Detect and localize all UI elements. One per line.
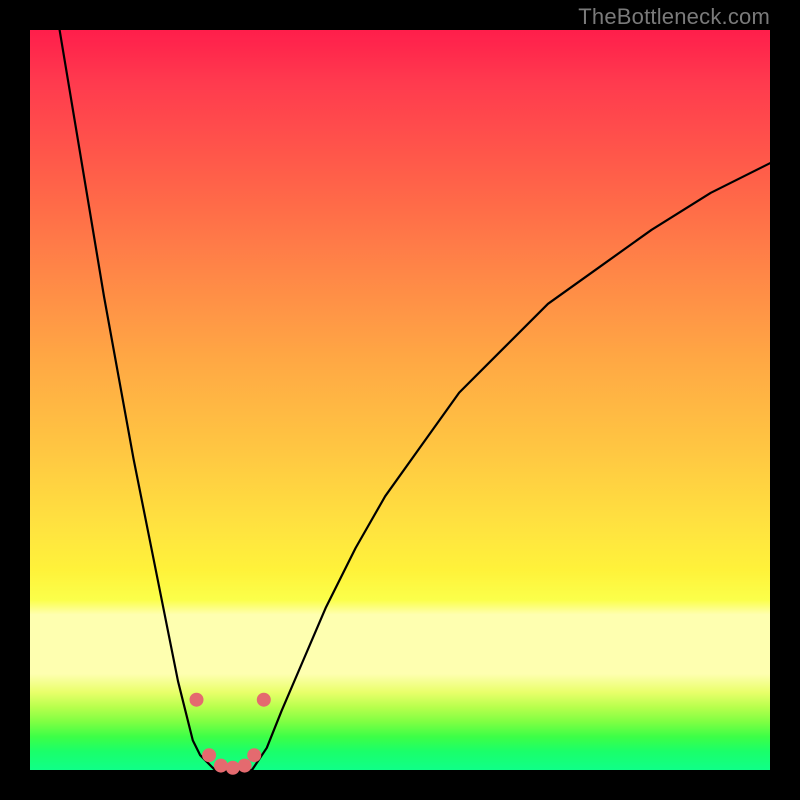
valley-dot	[190, 693, 204, 707]
curve-right-branch	[252, 163, 770, 770]
curves-svg	[30, 30, 770, 770]
valley-dot	[247, 748, 261, 762]
valley-dot	[202, 748, 216, 762]
watermark-text: TheBottleneck.com	[578, 4, 770, 30]
outer-frame: TheBottleneck.com	[0, 0, 800, 800]
valley-dot	[214, 759, 228, 773]
valley-dots-group	[190, 693, 271, 775]
valley-dot	[238, 759, 252, 773]
valley-dot	[257, 693, 271, 707]
curve-left-branch	[60, 30, 215, 770]
valley-dot	[226, 761, 240, 775]
plot-area	[30, 30, 770, 770]
